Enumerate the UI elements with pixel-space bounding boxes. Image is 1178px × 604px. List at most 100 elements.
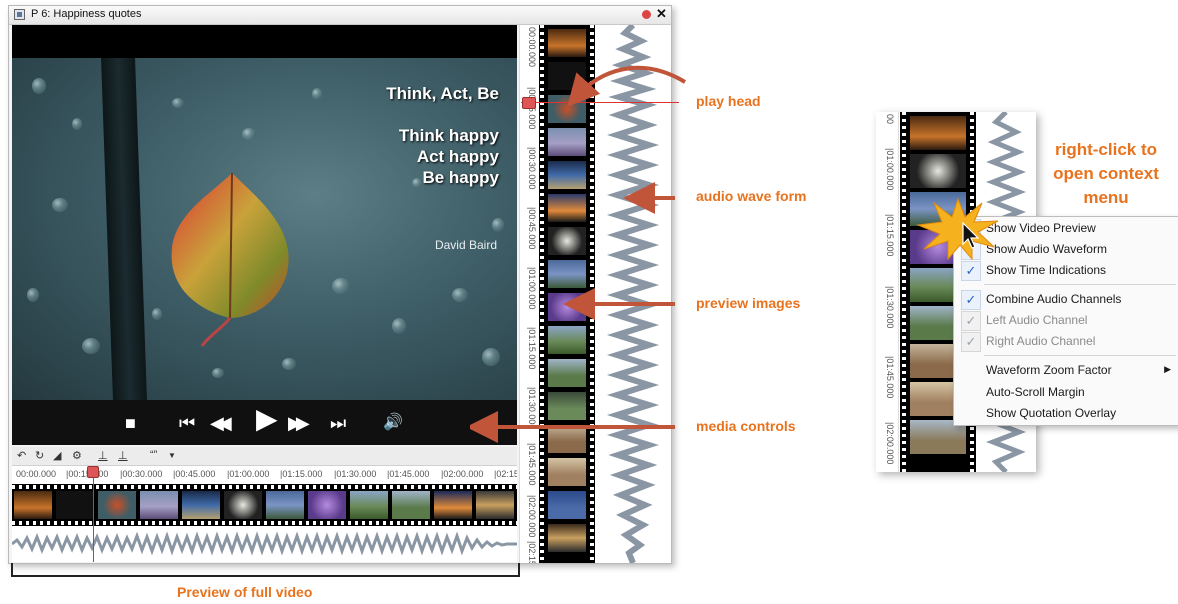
preview-thumbnail [350,491,388,519]
annotation-line: menu [1083,188,1129,207]
video-preview[interactable]: Think, Act, Be Think happy Act happy Be … [12,25,517,400]
chevron-down-icon[interactable]: ▼ [168,451,176,460]
preview-thumbnail [266,491,304,519]
menu-separator [984,355,1176,356]
stop-button[interactable]: ■ [125,412,136,434]
preview-thumbnail [392,491,430,519]
ruler-label: |02:15 [494,469,517,479]
ruler-label: |01:45.000 [387,469,430,479]
ruler-label: |01:15.000 [885,214,895,257]
leaf-image [171,172,289,347]
menu-item-label: Right Audio Channel [986,334,1096,348]
playhead-handle[interactable] [87,466,99,478]
forward-button[interactable]: ▶▶ [288,412,310,434]
preview-thumbnail [548,491,586,519]
menu-item-right-audio-channel: ✓ Right Audio Channel [954,331,1178,352]
menu-item-label: Left Audio Channel [986,313,1088,327]
time-ruler-vertical[interactable]: 00 |01:00.000 |01:15.000 |01:30.000 |01:… [876,112,899,472]
click-burst-icon [916,197,999,261]
undo-icon[interactable]: ↶ [17,449,26,462]
close-icon[interactable]: ✕ [656,6,667,22]
menu-item-waveform-zoom-factor[interactable]: Waveform Zoom Factor ▶ [954,360,1178,380]
annotation-preview-full-video: Preview of full video [177,584,313,600]
ruler-label: |00:45.000 [173,469,216,479]
check-icon: ✓ [961,332,981,352]
rewind-button[interactable]: ◀◀ [210,412,232,434]
ruler-label: |01:30.000 [885,286,895,329]
playhead-line [93,472,94,562]
menu-item-combine-audio-channels[interactable]: ✓ Combine Audio Channels [954,289,1178,310]
ruler-label: |00:30.000 [120,469,163,479]
split-icon[interactable]: ⊥ [98,449,108,462]
next-button[interactable]: ⏭ [330,412,346,434]
annotation-media-controls: media controls [696,418,796,434]
menu-item-label: Show Audio Waveform [986,242,1107,256]
annotation-play-head: play head [696,93,761,109]
annotation-arrows [470,65,687,443]
settings-icon[interactable]: ⚙ [72,449,82,462]
preview-thumbnail [140,491,178,519]
menu-item-label: Auto-Scroll Margin [986,385,1085,399]
previous-button[interactable]: ⏮ [179,412,195,434]
preview-thumbnail [308,491,346,519]
preview-thumbnail [910,116,966,150]
media-controls: ■ ⏮ ◀◀ ▶ ▶▶ ⏭ 🔊 [12,400,517,445]
annotation-preview-images: preview images [696,295,801,311]
menu-item-show-quotation-overlay[interactable]: Show Quotation Overlay [954,403,1178,423]
ruler-label: |01:00.000 [885,148,895,191]
menu-item-label: Waveform Zoom Factor [986,363,1112,377]
annotation-line: open context [1053,164,1159,183]
annotation-context-menu: right-click to open context menu [1036,138,1176,210]
trim-icon[interactable]: ⊥ [118,449,128,462]
menu-separator [984,284,1176,285]
filmstrip-horizontal[interactable] [12,484,517,526]
ruler-label: |02:00.000 [885,422,895,465]
ruler-label: |01:15.000 [280,469,323,479]
window-title: P 6: Happiness quotes [31,8,142,20]
ruler-label: |01:00.000 [227,469,270,479]
annotation-audio-wave-form: audio wave form [696,188,807,204]
menu-item-label: Show Quotation Overlay [986,406,1117,420]
waveform-icon[interactable]: ◢ [53,449,61,462]
quote-overlay-button[interactable]: “” [150,449,157,461]
ruler-label: |01:30.000 [334,469,377,479]
mouse-cursor-icon [962,222,980,249]
preview-thumbnail [548,29,586,57]
frame-pole [101,58,147,400]
title-bar[interactable]: P 6: Happiness quotes ✕ [9,6,671,25]
submenu-arrow-icon: ▶ [1164,364,1171,374]
menu-item-label: Show Video Preview [986,221,1096,235]
ruler-label: |02:15 [527,541,537,563]
preview-thumbnail [182,491,220,519]
menu-item-show-time-indications[interactable]: ✓ Show Time Indications [954,260,1178,281]
preview-thumbnail [476,491,514,519]
check-icon: ✓ [961,311,981,331]
audio-waveform-horizontal[interactable] [12,526,517,562]
preview-thumbnail [224,491,262,519]
preview-thumbnail [910,154,966,188]
preview-thumbnail [548,458,586,486]
timeline-toolbar: ↶ ↻ ◢ ⚙ ⊥ ⊥ “” ▼ [12,447,517,466]
preview-thumbnail [14,491,52,519]
volume-icon[interactable]: 🔊 [383,412,403,434]
refresh-icon[interactable]: ↻ [35,449,44,462]
video-frame: Think, Act, Be Think happy Act happy Be … [12,58,517,400]
window-icon [14,9,25,20]
preview-thumbnail [548,524,586,552]
menu-item-label: Combine Audio Channels [986,292,1122,306]
ruler-label: |02:00.000 [527,495,537,538]
ruler-label: 00 [885,114,895,125]
ruler-label: |02:00.000 [441,469,484,479]
menu-item-left-audio-channel: ✓ Left Audio Channel [954,310,1178,331]
annotation-line: right-click to [1054,140,1157,159]
ruler-label: |01:45.000 [885,356,895,399]
pin-icon[interactable] [642,10,651,19]
preview-thumbnail [98,491,136,519]
menu-item-auto-scroll-margin[interactable]: Auto-Scroll Margin [954,382,1178,402]
play-button[interactable]: ▶ [256,405,278,433]
ruler-label: 00:00.000 [16,469,57,479]
preview-bracket [11,563,520,577]
check-icon: ✓ [961,261,981,281]
check-icon: ✓ [961,290,981,310]
preview-thumbnail [434,491,472,519]
